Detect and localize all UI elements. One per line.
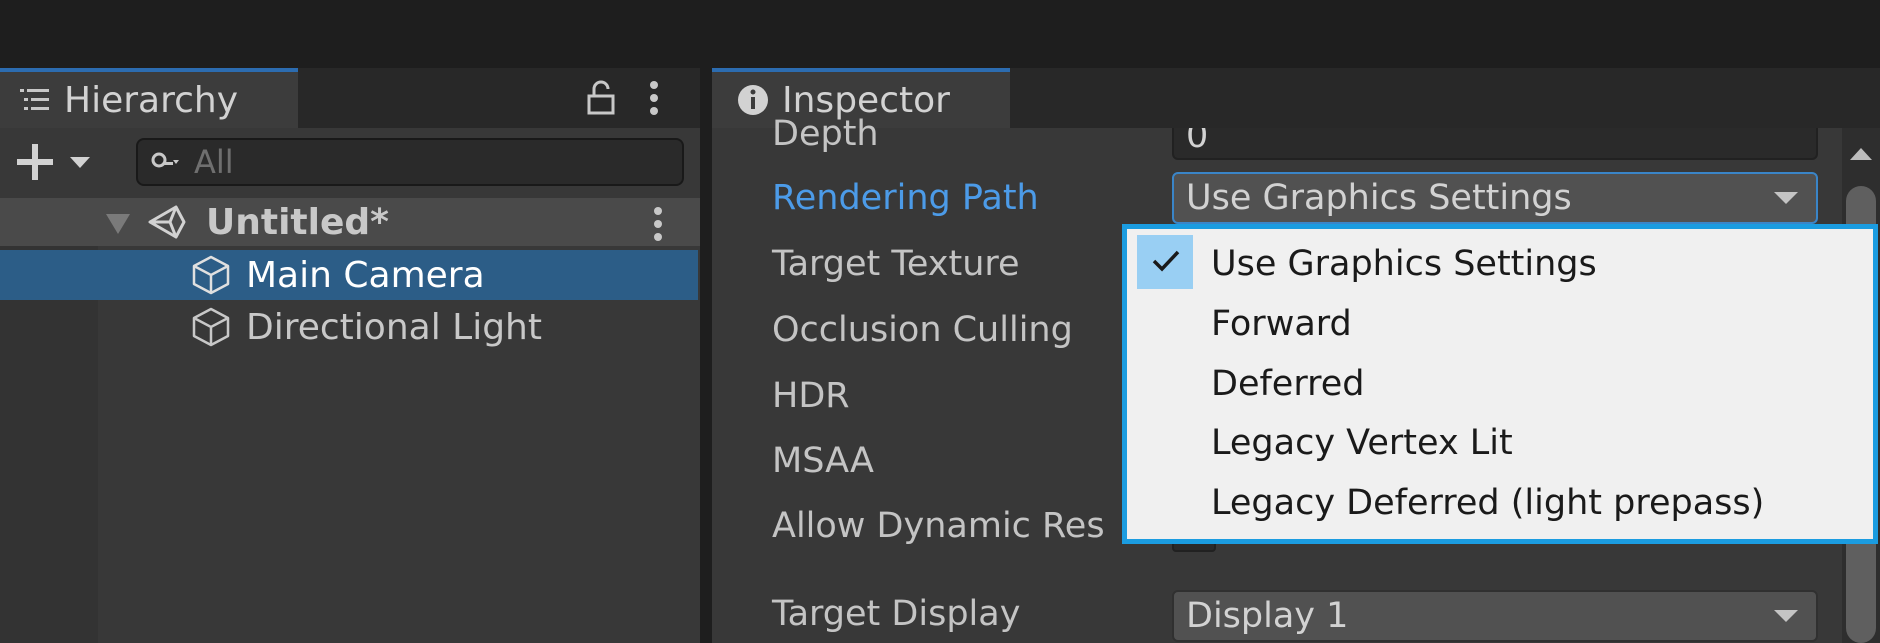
depth-label: Depth	[772, 114, 879, 154]
cube-icon	[190, 306, 232, 348]
scene-name: Untitled*	[206, 198, 389, 246]
hierarchy-item-label: Directional Light	[246, 306, 542, 348]
menu-item-use-graphics-settings[interactable]: Use Graphics Settings	[1211, 244, 1597, 284]
inspector-tab-bar-edge	[1012, 68, 1842, 128]
rendering-path-label: Rendering Path	[772, 178, 1039, 218]
search-icon	[150, 150, 180, 174]
allow-dynamic-res-label: Allow Dynamic Res	[772, 506, 1105, 546]
target-display-label: Target Display	[772, 594, 1021, 634]
tab-hierarchy-label: Hierarchy	[64, 79, 239, 121]
hierarchy-left-gutter	[0, 246, 98, 643]
info-icon	[736, 83, 770, 117]
kebab-menu-icon[interactable]	[648, 80, 660, 120]
hierarchy-item-directional-light[interactable]: Directional Light	[190, 302, 542, 352]
rendering-path-value: Use Graphics Settings	[1186, 178, 1572, 218]
msaa-label: MSAA	[772, 441, 874, 481]
lock-icon[interactable]	[586, 80, 616, 120]
search-placeholder: All	[194, 143, 234, 181]
scene-name-label: Untitled*	[206, 201, 389, 243]
chevron-down-icon	[1774, 610, 1798, 622]
hdr-label: HDR	[772, 376, 850, 416]
chevron-down-icon	[1774, 192, 1798, 204]
checkmark-icon	[1151, 249, 1181, 277]
rendering-path-dropdown[interactable]: Use Graphics Settings	[1172, 172, 1818, 224]
create-button[interactable]	[14, 142, 94, 186]
tab-hierarchy[interactable]: Hierarchy	[0, 68, 298, 128]
menu-item-legacy-deferred[interactable]: Legacy Deferred (light prepass)	[1211, 483, 1764, 523]
expand-arrow-icon[interactable]	[104, 212, 132, 240]
scene-menu-icon[interactable]	[652, 206, 664, 246]
list-icon	[18, 85, 52, 115]
hierarchy-item-main-camera[interactable]: Main Camera	[190, 250, 485, 300]
hierarchy-search-input[interactable]: All	[136, 138, 684, 186]
menu-item-legacy-vertex-lit[interactable]: Legacy Vertex Lit	[1211, 423, 1513, 463]
rendering-path-popup-menu: Use Graphics Settings Forward Deferred L…	[1122, 224, 1878, 544]
target-display-value: Display 1	[1186, 596, 1349, 636]
scroll-up-arrow-icon[interactable]	[1848, 146, 1874, 166]
cube-icon	[190, 254, 232, 296]
target-display-dropdown[interactable]: Display 1	[1172, 590, 1818, 642]
menu-item-deferred[interactable]: Deferred	[1211, 364, 1364, 404]
unity-logo-icon	[146, 203, 188, 245]
hierarchy-item-label: Main Camera	[246, 254, 485, 296]
menu-item-forward[interactable]: Forward	[1211, 304, 1352, 344]
target-texture-label: Target Texture	[772, 244, 1020, 284]
occlusion-culling-label: Occlusion Culling	[772, 310, 1073, 350]
